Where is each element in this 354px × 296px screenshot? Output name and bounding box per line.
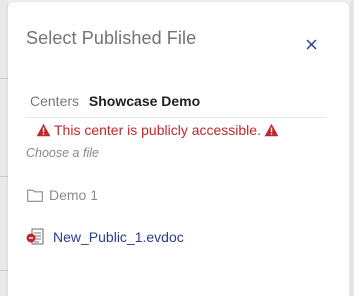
backdrop-line — [0, 176, 8, 177]
dialog-title: Select Published File — [26, 28, 197, 48]
select-published-file-dialog: Select Published File Centers Showcase D… — [8, 2, 349, 296]
backdrop-right — [350, 0, 354, 296]
centers-value: Showcase Demo — [88, 93, 201, 109]
document-file-icon — [26, 228, 46, 246]
backdrop-left — [0, 0, 8, 296]
folder-item[interactable]: Demo 1 — [27, 187, 98, 203]
public-access-warning: This center is publicly accessible. — [36, 122, 279, 138]
warning-text: This center is publicly accessible. — [54, 122, 261, 138]
backdrop-line — [0, 270, 8, 271]
centers-label: Centers — [30, 93, 80, 109]
choose-file-prompt: Choose a file — [26, 146, 99, 160]
warning-triangle-icon — [264, 123, 279, 137]
warning-triangle-icon — [36, 123, 51, 137]
centers-row: Centers Showcase Demo — [30, 93, 200, 109]
file-item[interactable]: New_Public_1.evdoc — [26, 228, 184, 246]
divider — [26, 117, 326, 118]
file-label: New_Public_1.evdoc — [53, 229, 184, 245]
folder-label: Demo 1 — [49, 187, 99, 203]
close-icon[interactable] — [303, 36, 319, 52]
backdrop-line — [0, 78, 8, 79]
folder-icon — [27, 189, 43, 202]
